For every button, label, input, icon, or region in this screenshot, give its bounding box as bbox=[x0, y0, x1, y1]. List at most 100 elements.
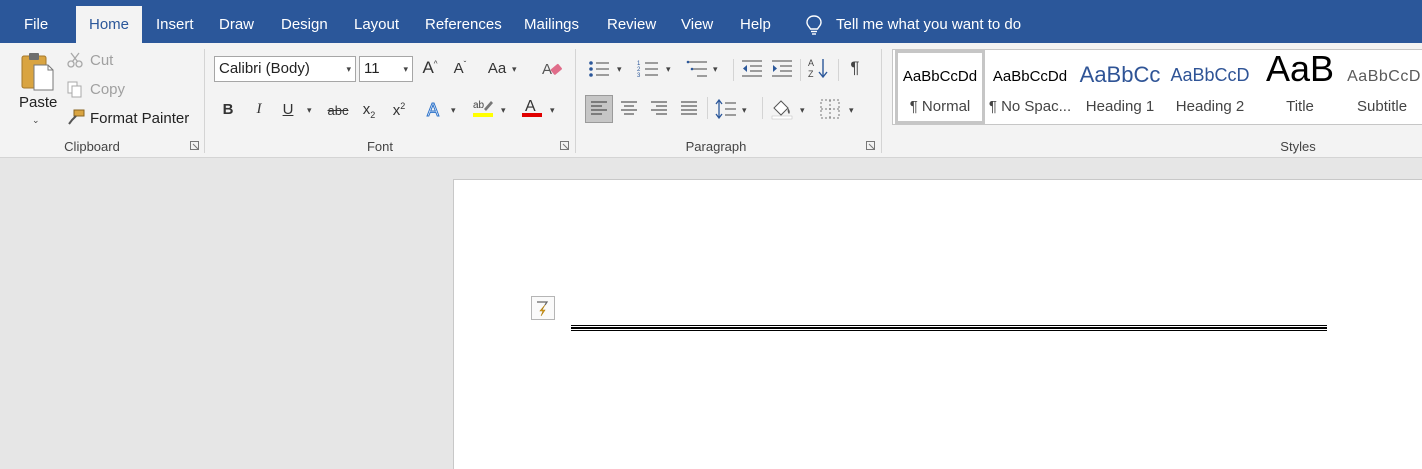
format-painter-icon bbox=[68, 109, 85, 125]
font-size-select[interactable]: 11 ▾ bbox=[359, 56, 413, 82]
styles-gallery: AaBbCcDd ¶ Normal AaBbCcDd ¶ No Spac... … bbox=[892, 49, 1422, 125]
tab-view[interactable]: View bbox=[670, 6, 724, 43]
svg-text:A: A bbox=[542, 61, 552, 78]
paste-icon[interactable] bbox=[19, 51, 55, 91]
group-separator bbox=[575, 49, 576, 153]
tab-home[interactable]: Home bbox=[76, 6, 142, 43]
svg-text:ab: ab bbox=[473, 100, 485, 111]
tab-help[interactable]: Help bbox=[729, 6, 782, 43]
style-preview: AaBbCcDd bbox=[902, 68, 978, 85]
clear-formatting-icon[interactable]: A bbox=[541, 59, 563, 79]
italic-button[interactable]: I bbox=[250, 101, 268, 118]
chevron-down-icon[interactable]: ▾ bbox=[849, 105, 854, 116]
chevron-down-icon: ▾ bbox=[346, 64, 351, 74]
align-right-icon[interactable] bbox=[650, 101, 668, 117]
tab-references[interactable]: References bbox=[414, 6, 513, 43]
sort-icon[interactable]: A Z bbox=[808, 57, 830, 79]
text-effects-icon[interactable]: A bbox=[425, 99, 445, 120]
font-size-value: 11 bbox=[364, 60, 380, 77]
button-separator bbox=[762, 97, 763, 119]
style-normal[interactable]: AaBbCcDd ¶ Normal bbox=[895, 50, 985, 124]
multilevel-list-icon[interactable] bbox=[686, 59, 708, 79]
format-painter-button[interactable]: Format Painter bbox=[90, 110, 189, 127]
tab-layout[interactable]: Layout bbox=[343, 6, 410, 43]
tab-insert[interactable]: Insert bbox=[145, 6, 205, 43]
style-name: Title bbox=[1286, 98, 1314, 115]
copy-button[interactable]: Copy bbox=[90, 81, 125, 98]
subscript-button[interactable]: x2 bbox=[358, 101, 380, 120]
style-title[interactable]: AaB Title bbox=[1255, 50, 1345, 124]
chevron-down-icon[interactable]: ▾ bbox=[307, 105, 312, 116]
chevron-down-icon[interactable]: ▾ bbox=[713, 64, 718, 75]
align-left-icon bbox=[591, 101, 607, 115]
style-name: Heading 1 bbox=[1085, 98, 1155, 115]
copy-icon bbox=[67, 81, 82, 98]
horizontal-border-line bbox=[571, 325, 1327, 332]
tab-draw[interactable]: Draw bbox=[208, 6, 265, 43]
numbering-icon[interactable]: 1 2 3 bbox=[637, 59, 659, 79]
font-dialog-launcher-icon[interactable] bbox=[560, 141, 570, 151]
button-separator bbox=[838, 59, 839, 81]
chevron-down-icon[interactable]: ▾ bbox=[617, 64, 622, 75]
shrink-font-button[interactable]: Aˇ bbox=[450, 60, 470, 77]
paragraph-dialog-launcher-icon[interactable] bbox=[866, 141, 876, 151]
font-family-select[interactable]: Calibri (Body) ▾ bbox=[214, 56, 356, 82]
paragraph-group-label: Paragraph bbox=[685, 139, 747, 154]
font-family-value: Calibri (Body) bbox=[219, 60, 310, 77]
style-no-spacing[interactable]: AaBbCcDd ¶ No Spac... bbox=[985, 50, 1075, 124]
strikethrough-button[interactable]: abc bbox=[326, 103, 350, 118]
underline-button[interactable]: U bbox=[279, 101, 297, 118]
font-color-icon[interactable]: A bbox=[521, 97, 543, 119]
bullets-icon[interactable] bbox=[588, 59, 610, 79]
align-center-icon[interactable] bbox=[620, 101, 638, 117]
paste-dropdown-chevron[interactable]: ⌄ bbox=[32, 115, 40, 126]
increase-indent-icon[interactable] bbox=[771, 59, 793, 79]
tab-mailings[interactable]: Mailings bbox=[513, 6, 590, 43]
style-name: Subtitle bbox=[1357, 98, 1408, 115]
svg-text:A: A bbox=[808, 58, 814, 68]
chevron-down-icon[interactable]: ▾ bbox=[666, 64, 671, 75]
document-canvas bbox=[0, 158, 1422, 469]
document-page[interactable] bbox=[453, 179, 1422, 469]
ribbon: Paste ⌄ Cut Copy Format Painter Clipboar… bbox=[0, 43, 1422, 158]
chevron-down-icon[interactable]: ▾ bbox=[800, 105, 805, 116]
line-spacing-icon[interactable] bbox=[715, 99, 737, 119]
style-heading-1[interactable]: AaBbCc Heading 1 bbox=[1075, 50, 1165, 124]
style-name: Heading 2 bbox=[1175, 98, 1245, 115]
style-preview: AaBbCc bbox=[1079, 62, 1161, 87]
style-subtitle[interactable]: AaBbCcD Subtitle bbox=[1345, 50, 1422, 124]
paste-label[interactable]: Paste bbox=[19, 94, 57, 111]
show-formatting-marks-button[interactable]: ¶ bbox=[846, 58, 864, 78]
clipboard-dialog-launcher-icon[interactable] bbox=[190, 141, 200, 151]
button-separator bbox=[707, 97, 708, 119]
style-preview: AaB bbox=[1265, 50, 1335, 89]
superscript-button[interactable]: x2 bbox=[388, 101, 410, 119]
chevron-down-icon[interactable]: ▾ bbox=[501, 105, 506, 116]
style-heading-2[interactable]: AaBbCcD Heading 2 bbox=[1165, 50, 1255, 124]
tab-file[interactable]: File bbox=[13, 6, 59, 43]
decrease-indent-icon[interactable] bbox=[741, 59, 763, 79]
group-separator bbox=[881, 49, 882, 153]
ribbon-tab-bar: File Home Insert Draw Design Layout Refe… bbox=[0, 0, 1422, 43]
tab-review[interactable]: Review bbox=[596, 6, 667, 43]
tab-design[interactable]: Design bbox=[270, 6, 339, 43]
chevron-down-icon[interactable]: ▾ bbox=[742, 105, 747, 116]
chevron-down-icon[interactable]: ▾ bbox=[550, 105, 555, 116]
group-separator bbox=[204, 49, 205, 153]
chevron-down-icon[interactable]: ▾ bbox=[451, 105, 456, 116]
chevron-down-icon[interactable]: ▾ bbox=[512, 64, 517, 75]
borders-icon[interactable] bbox=[820, 99, 840, 119]
highlight-icon[interactable]: ab bbox=[472, 97, 494, 119]
bold-button[interactable]: B bbox=[219, 101, 237, 118]
button-separator bbox=[733, 59, 734, 81]
font-group-label: Font bbox=[366, 139, 393, 154]
grow-font-button[interactable]: A^ bbox=[420, 58, 440, 78]
style-name: ¶ Normal bbox=[909, 98, 971, 115]
cut-button[interactable]: Cut bbox=[90, 52, 113, 69]
align-left-button[interactable] bbox=[585, 95, 613, 123]
autocorrect-options-button[interactable] bbox=[531, 296, 555, 320]
shading-icon[interactable] bbox=[771, 98, 793, 120]
change-case-button[interactable]: Aa bbox=[486, 60, 508, 77]
justify-icon[interactable] bbox=[680, 101, 698, 117]
clipboard-group-label: Clipboard bbox=[64, 139, 120, 154]
